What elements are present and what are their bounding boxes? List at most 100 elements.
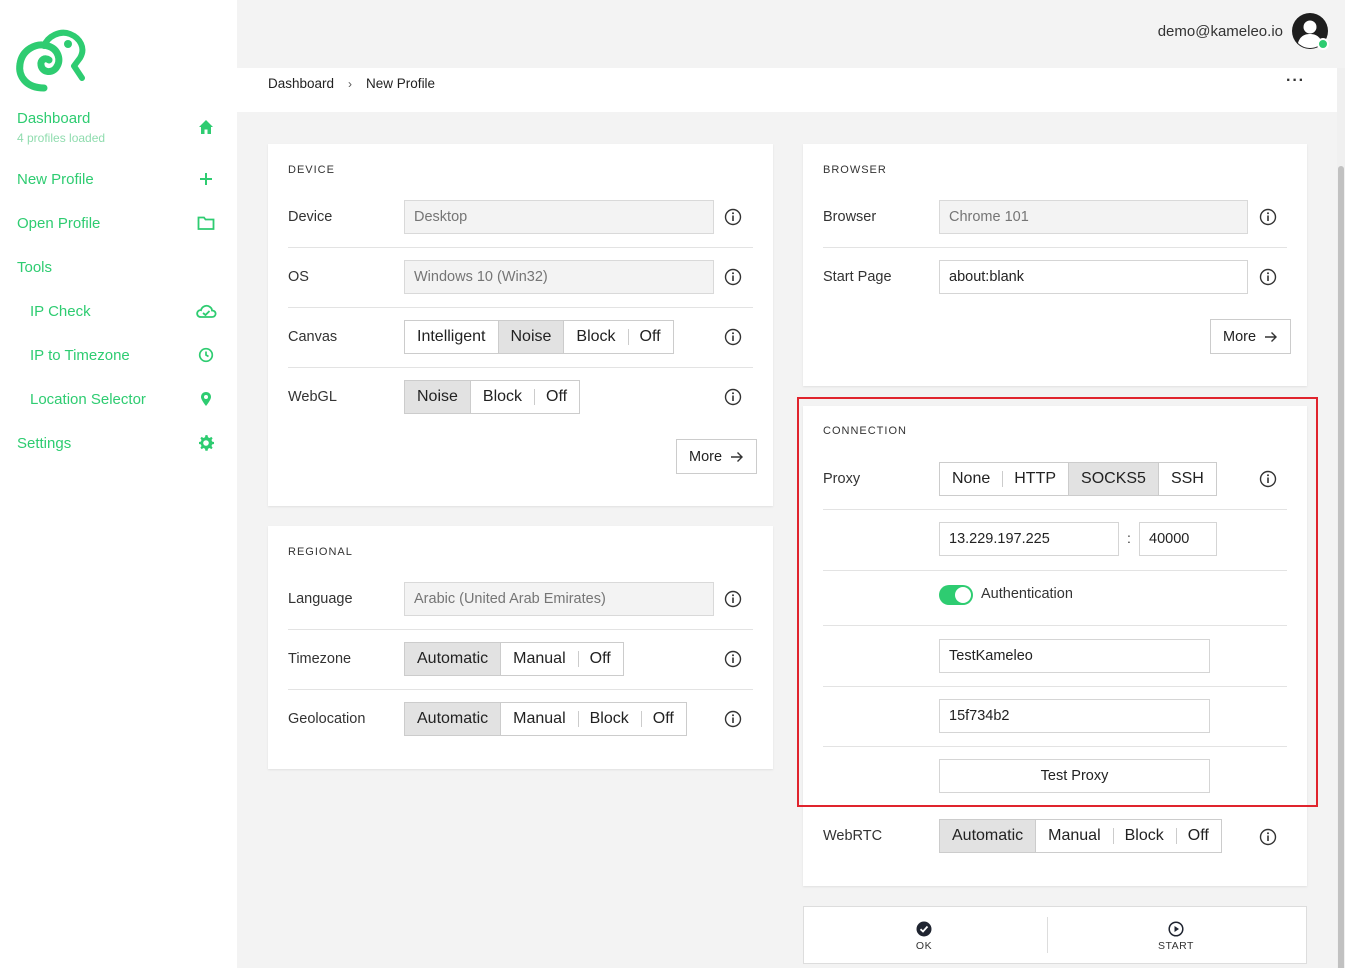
- timezone-row: Timezone Automatic Manual Off: [288, 630, 753, 690]
- sidebar-item-dashboard[interactable]: Dashboard: [17, 106, 217, 134]
- info-icon[interactable]: [1259, 208, 1277, 226]
- sidebar-item-tools[interactable]: Tools: [17, 255, 217, 279]
- info-icon[interactable]: [724, 388, 742, 406]
- user-email: demo@kameleo.io: [1157, 22, 1283, 40]
- connection-card: CONNECTION Proxy None HTTP SOCKS5 SSH : …: [803, 406, 1307, 886]
- canvas-selector: Intelligent Noise Block Off: [404, 320, 674, 354]
- proxy-port-input[interactable]: [1139, 522, 1217, 556]
- user-menu[interactable]: demo@kameleo.io: [1158, 12, 1329, 50]
- webgl-option-noise[interactable]: Noise: [405, 381, 471, 413]
- cloud-check-icon: [195, 300, 217, 322]
- gear-icon: [195, 432, 217, 454]
- webrtc-selector: Automatic Manual Block Off: [939, 819, 1222, 853]
- canvas-option-noise[interactable]: Noise: [497, 321, 565, 353]
- sidebar-item-label: Open Profile: [17, 214, 101, 232]
- card-title: DEVICE: [288, 164, 335, 176]
- sidebar-item-ip-check[interactable]: IP Check: [30, 299, 217, 323]
- row-label: Geolocation: [288, 711, 366, 727]
- ok-label: OK: [915, 939, 933, 952]
- authentication-toggle[interactable]: [939, 585, 973, 605]
- ok-button[interactable]: OK: [804, 907, 1044, 965]
- proxy-option-socks5[interactable]: SOCKS5: [1068, 463, 1159, 495]
- card-title: CONNECTION: [823, 425, 907, 437]
- device-more-button[interactable]: More: [676, 439, 758, 474]
- canvas-option-block[interactable]: Block: [564, 321, 627, 353]
- sidebar-item-ip-to-timezone[interactable]: IP to Timezone: [30, 343, 217, 367]
- proxy-password-input[interactable]: [939, 699, 1210, 733]
- breadcrumb-bar: Dashboard › New Profile ···: [237, 68, 1337, 112]
- browser-more-button[interactable]: More: [1210, 319, 1292, 354]
- info-icon[interactable]: [724, 590, 742, 608]
- timezone-option-automatic[interactable]: Automatic: [405, 643, 502, 675]
- scrollbar-thumb[interactable]: [1338, 166, 1344, 968]
- online-status-dot: [1317, 38, 1329, 50]
- sidebar-item-new-profile[interactable]: New Profile: [17, 167, 217, 191]
- start-label: START: [1158, 939, 1194, 952]
- test-proxy-button[interactable]: Test Proxy: [939, 759, 1210, 793]
- row-label: Device: [288, 209, 333, 225]
- webrtc-option-automatic[interactable]: Automatic: [940, 820, 1037, 852]
- language-field[interactable]: [404, 582, 714, 616]
- proxy-host-input[interactable]: [939, 522, 1119, 556]
- row-label: WebGL: [288, 389, 337, 405]
- card-title: BROWSER: [823, 164, 887, 176]
- row-label: Proxy: [823, 471, 861, 487]
- geolocation-selector: Automatic Manual Block Off: [404, 702, 687, 736]
- avatar[interactable]: [1291, 12, 1329, 50]
- geolocation-option-block[interactable]: Block: [577, 703, 641, 735]
- info-icon[interactable]: [1259, 470, 1277, 488]
- geolocation-option-off[interactable]: Off: [640, 703, 686, 735]
- geolocation-option-automatic[interactable]: Automatic: [405, 703, 502, 735]
- sidebar-item-settings[interactable]: Settings: [17, 431, 217, 455]
- webgl-option-off[interactable]: Off: [534, 381, 579, 413]
- info-icon[interactable]: [724, 650, 742, 668]
- os-field[interactable]: [404, 260, 714, 294]
- row-label: OS: [288, 269, 309, 285]
- breadcrumb-current: New Profile: [366, 76, 436, 91]
- info-icon[interactable]: [724, 710, 742, 728]
- geolocation-row: Geolocation Automatic Manual Block Off: [288, 690, 753, 750]
- browser-field[interactable]: [939, 200, 1248, 234]
- geolocation-option-manual[interactable]: Manual: [501, 703, 577, 735]
- device-row: Device: [288, 188, 753, 248]
- timezone-option-manual[interactable]: Manual: [501, 643, 577, 675]
- canvas-option-intelligent[interactable]: Intelligent: [405, 321, 498, 353]
- info-icon[interactable]: [724, 208, 742, 226]
- scrollbar[interactable]: [1337, 68, 1345, 968]
- arrow-right-icon: [731, 451, 744, 462]
- webrtc-option-off[interactable]: Off: [1175, 820, 1221, 852]
- proxy-option-http[interactable]: HTTP: [1002, 463, 1068, 495]
- authentication-label: Authentication: [981, 586, 1073, 602]
- webrtc-option-block[interactable]: Block: [1112, 820, 1176, 852]
- row-label: Start Page: [823, 269, 892, 285]
- chevron-right-icon: ›: [348, 76, 353, 91]
- webrtc-option-manual[interactable]: Manual: [1036, 820, 1112, 852]
- info-icon[interactable]: [1259, 268, 1277, 286]
- kameleo-logo: [16, 29, 86, 92]
- sidebar-item-label: Tools: [17, 258, 53, 276]
- folder-icon: [195, 212, 217, 234]
- timezone-option-off[interactable]: Off: [577, 643, 623, 675]
- sidebar-item-location-selector[interactable]: Location Selector: [30, 387, 217, 411]
- more-options-icon[interactable]: ···: [1286, 72, 1305, 90]
- start-page-row: Start Page: [823, 248, 1287, 308]
- proxy-option-ssh[interactable]: SSH: [1159, 463, 1216, 495]
- info-icon[interactable]: [724, 328, 742, 346]
- device-field[interactable]: [404, 200, 714, 234]
- sidebar-item-open-profile[interactable]: Open Profile: [17, 211, 217, 235]
- start-button[interactable]: START: [1056, 907, 1296, 965]
- proxy-option-none[interactable]: None: [940, 463, 1002, 495]
- row-label: Canvas: [288, 329, 338, 345]
- info-icon[interactable]: [1259, 828, 1277, 846]
- proxy-username-input[interactable]: [939, 639, 1210, 673]
- webgl-option-block[interactable]: Block: [471, 381, 534, 413]
- start-page-input[interactable]: [939, 260, 1248, 294]
- info-icon[interactable]: [724, 268, 742, 286]
- password-row: [823, 687, 1287, 747]
- test-proxy-row: Test Proxy: [823, 747, 1287, 807]
- canvas-option-off[interactable]: Off: [627, 321, 673, 353]
- profiles-count: 4 profiles loaded: [17, 131, 106, 145]
- timezone-selector: Automatic Manual Off: [404, 642, 624, 676]
- breadcrumb-dashboard[interactable]: Dashboard: [268, 76, 334, 91]
- clock-icon: [195, 344, 217, 366]
